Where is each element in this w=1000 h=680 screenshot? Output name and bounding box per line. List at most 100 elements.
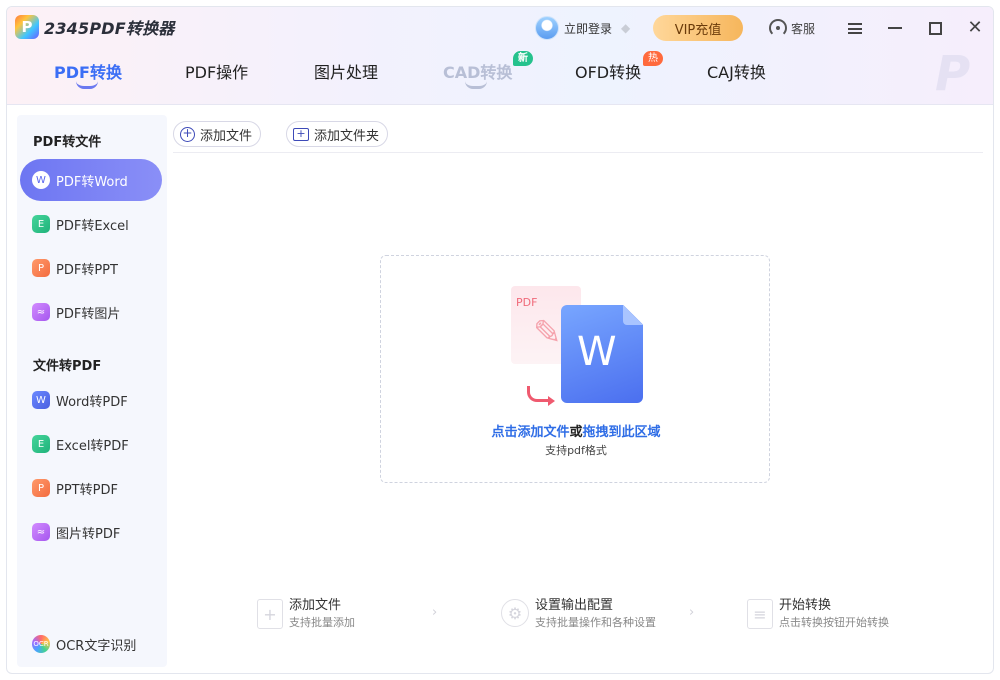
tab-label: CAJ转换 (707, 63, 766, 82)
step-desc: 支持批量操作和各种设置 (535, 616, 656, 629)
sidebar-item-pdf-to-ppt[interactable]: P PDF转PPT (20, 247, 162, 289)
pdf-to-word-illustration: PDF ✎ W (511, 286, 643, 406)
convert-doc-icon: ≡ (747, 599, 773, 629)
word-icon: W (32, 391, 50, 409)
tab-cad-convert[interactable]: CAD转换 新 (443, 51, 533, 89)
tab-label: PDF转换 (54, 63, 122, 82)
menu-icon (848, 22, 862, 34)
sidebar-item-ppt-to-pdf[interactable]: P PPT转PDF (20, 467, 162, 509)
ppt-icon: P (32, 479, 50, 497)
convert-arrow-icon (527, 386, 555, 406)
ocr-icon: OCR (32, 635, 50, 653)
login-label: 立即登录 (563, 21, 612, 36)
excel-icon: E (32, 215, 50, 233)
drop-instructions: 点击添加文件或拖拽到此区域 (381, 421, 771, 440)
settings-gear-icon: ⚙ (501, 599, 529, 627)
add-folder-button[interactable]: + 添加文件夹 (286, 121, 389, 147)
sidebar-item-word-to-pdf[interactable]: W Word转PDF (20, 379, 162, 421)
step-desc: 支持批量添加 (289, 616, 355, 629)
add-file-button[interactable]: + 添加文件 (173, 121, 262, 147)
add-icon: + (180, 126, 195, 142)
menu-button[interactable] (835, 13, 875, 43)
supported-format-text: 支持pdf格式 (545, 444, 607, 457)
sidebar: PDF转文件 W PDF转Word E PDF转Excel P PDF转PPT … (17, 115, 167, 667)
section-file-to-pdf: 文件转PDF (33, 359, 102, 374)
hot-badge: 热 (643, 51, 663, 66)
pdf-label: PDF (516, 296, 538, 309)
sidebar-item-ocr[interactable]: OCR OCR文字识别 (20, 623, 162, 665)
chevron-right-icon: › (432, 605, 438, 620)
add-file-label: 添加文件 (200, 128, 253, 144)
step-title: 设置输出配置 (535, 598, 614, 613)
step-title: 开始转换 (779, 598, 832, 613)
close-button[interactable]: ✕ (955, 13, 993, 43)
sidebar-item-pdf-to-excel[interactable]: E PDF转Excel (20, 203, 162, 245)
sidebar-item-pdf-to-word[interactable]: W PDF转Word (20, 159, 162, 201)
maximize-icon (928, 21, 942, 35)
or-text: 或 (569, 425, 583, 440)
sidebar-item-image-to-pdf[interactable]: ≈ 图片转PDF (20, 511, 162, 553)
avatar-icon (534, 16, 559, 40)
tab-caj-convert[interactable]: CAJ转换 (707, 59, 766, 83)
sidebar-item-label: OCR文字识别 (56, 638, 137, 654)
file-toolbar: + 添加文件 + 添加文件夹 (173, 119, 983, 153)
drag-area-text: 拖拽到此区域 (582, 425, 661, 440)
section-pdf-to-file: PDF转文件 (33, 135, 102, 150)
brand-watermark: P (935, 46, 971, 102)
word-letter: W (577, 329, 617, 375)
ppt-icon: P (32, 259, 50, 277)
tab-image-processing[interactable]: 图片处理 (314, 59, 378, 83)
header: P 2345PDF转换器 立即登录 ◆ VIP充值 客服 ✕ PDF转换 PDF… (7, 7, 993, 105)
sidebar-item-pdf-to-image[interactable]: ≈ PDF转图片 (20, 291, 162, 333)
chevron-right-icon: › (689, 605, 695, 620)
headset-icon (768, 19, 787, 37)
sidebar-item-label: PDF转图片 (56, 306, 121, 322)
minimize-button[interactable] (875, 13, 915, 43)
sidebar-item-label: PDF转PPT (56, 262, 118, 278)
sidebar-item-label: Excel转PDF (56, 438, 129, 454)
image-icon: ≈ (32, 523, 50, 541)
acrobat-icon: ✎ (533, 313, 562, 353)
new-badge: 新 (513, 51, 533, 66)
add-file-icon: + (257, 599, 283, 629)
login-button[interactable]: 立即登录 ◆ (534, 16, 635, 40)
sidebar-item-label: PDF转Word (56, 174, 128, 190)
step-title: 添加文件 (289, 598, 342, 613)
tab-label: OFD转换 (575, 63, 642, 82)
excel-icon: E (32, 435, 50, 453)
add-folder-icon: + (293, 127, 309, 141)
sidebar-item-label: PPT转PDF (56, 482, 118, 498)
sidebar-item-label: PDF转Excel (56, 218, 129, 234)
maximize-button[interactable] (915, 13, 955, 43)
service-label: 客服 (790, 21, 815, 36)
app-window: P 2345PDF转换器 立即登录 ◆ VIP充值 客服 ✕ PDF转换 PDF… (6, 6, 994, 674)
add-folder-label: 添加文件夹 (314, 128, 380, 144)
top-right-controls: 立即登录 ◆ VIP充值 客服 ✕ (534, 13, 993, 43)
main-tabs: PDF转换 PDF操作 图片处理 CAD转换 新 OFD转换 热 CAJ转换 (7, 51, 993, 99)
service-button[interactable]: 客服 (768, 19, 815, 37)
app-title: 2345PDF转换器 (44, 19, 175, 38)
diamond-icon: ◆ (620, 21, 631, 35)
tab-ofd-convert[interactable]: OFD转换 热 (575, 51, 663, 83)
file-drop-zone[interactable]: PDF ✎ W 点击添加文件或拖拽到此区域 支持pdf格式 (380, 255, 770, 483)
close-icon: ✕ (967, 17, 983, 38)
tab-pdf-operations[interactable]: PDF操作 (185, 59, 248, 83)
word-icon: W (32, 171, 50, 189)
vip-button[interactable]: VIP充值 (652, 15, 743, 41)
sidebar-item-label: 图片转PDF (56, 526, 121, 542)
tab-active-indicator (76, 81, 98, 89)
tab-label: 图片处理 (314, 63, 379, 82)
step-add-file: + 添加文件 支持批量添加 (257, 597, 355, 631)
minimize-icon (888, 27, 902, 29)
step-desc: 点击转换按钮开始转换 (779, 616, 889, 629)
sidebar-item-excel-to-pdf[interactable]: E Excel转PDF (20, 423, 162, 465)
tab-indicator (465, 81, 487, 89)
logo-icon: P (15, 15, 39, 39)
click-add-link[interactable]: 点击添加文件 (491, 425, 569, 440)
tab-label: PDF操作 (185, 63, 249, 82)
app-logo: P 2345PDF转换器 (15, 15, 174, 39)
step-output-settings: ⚙ 设置输出配置 支持批量操作和各种设置 (501, 597, 656, 631)
tab-pdf-convert[interactable]: PDF转换 (54, 59, 122, 89)
sidebar-item-label: Word转PDF (56, 394, 128, 410)
conversion-steps: + 添加文件 支持批量添加 › ⚙ 设置输出配置 支持批量操作和各种设置 › ≡… (257, 597, 957, 641)
